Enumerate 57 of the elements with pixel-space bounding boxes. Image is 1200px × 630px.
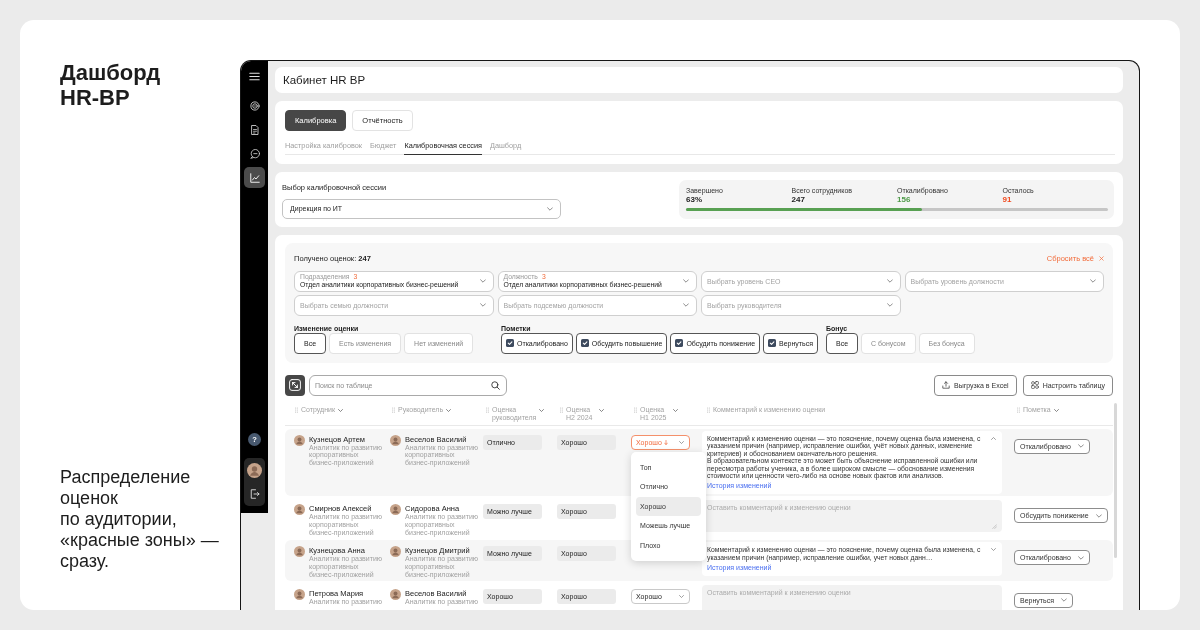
chevron-down-icon [338, 408, 343, 412]
chevron-down-icon [599, 408, 604, 412]
chevron-down-icon [547, 206, 553, 211]
page-title: Кабинет HR BP [275, 66, 1123, 93]
scrollbar[interactable] [1114, 402, 1117, 558]
chevron-down-icon [679, 440, 684, 444]
avatar-icon [390, 546, 401, 558]
chevron-down-icon [683, 279, 689, 283]
promo-title: Дашборд HR-BP [60, 60, 162, 110]
nav-button[interactable] [244, 167, 265, 188]
chevron-down-icon [1053, 408, 1059, 412]
chevron-down-icon [479, 279, 486, 283]
chevron-up-icon[interactable] [991, 436, 996, 440]
avatar-icon [390, 434, 401, 446]
stat-value: 247 [791, 194, 805, 204]
grid-icon [1030, 381, 1039, 389]
document-icon [249, 124, 260, 135]
arrow-down-icon [663, 439, 668, 445]
checkbox[interactable] [580, 339, 589, 347]
menu-icon[interactable] [249, 72, 260, 81]
checkbox[interactable] [768, 339, 777, 347]
chevron-down-icon [673, 408, 678, 412]
chevron-down-icon [683, 303, 689, 307]
avatar-icon [390, 504, 401, 516]
avatar-icon [390, 588, 401, 600]
chevron-down-icon [479, 303, 486, 307]
stat-value: 63% [686, 194, 702, 204]
logout-icon[interactable] [249, 489, 260, 499]
chevron-down-icon [1077, 555, 1084, 560]
checkbox[interactable] [506, 339, 514, 347]
chevron-down-icon [1090, 279, 1096, 283]
stat-value: 156 [897, 194, 911, 204]
avatar-icon [294, 504, 305, 516]
chevron-down-icon [886, 279, 893, 283]
chevron-down-icon[interactable] [991, 548, 996, 552]
expand-button[interactable] [285, 374, 305, 396]
target-icon [249, 100, 260, 111]
avatar-icon [247, 463, 262, 478]
chat-icon [249, 148, 260, 159]
close-icon [1099, 256, 1104, 261]
stat-value: 91 [1002, 194, 1012, 204]
chevron-down-icon [539, 408, 545, 412]
avatar-icon [294, 546, 305, 558]
chevron-down-icon [679, 594, 684, 598]
promo-caption: Распределение оценок по аудитории, «красные зоны» — сразу. [60, 467, 220, 572]
chevron-down-icon [1060, 598, 1067, 603]
avatar-icon [294, 434, 305, 446]
chevron-down-icon [446, 408, 452, 412]
chevron-down-icon [1095, 513, 1102, 518]
chart-icon [249, 172, 260, 183]
search-icon [491, 380, 500, 390]
expand-icon [289, 379, 301, 391]
upload-icon [942, 381, 950, 389]
chevron-down-icon [886, 303, 893, 307]
checkbox[interactable] [675, 339, 684, 347]
chevron-down-icon [1077, 444, 1084, 448]
avatar-icon [294, 588, 305, 600]
